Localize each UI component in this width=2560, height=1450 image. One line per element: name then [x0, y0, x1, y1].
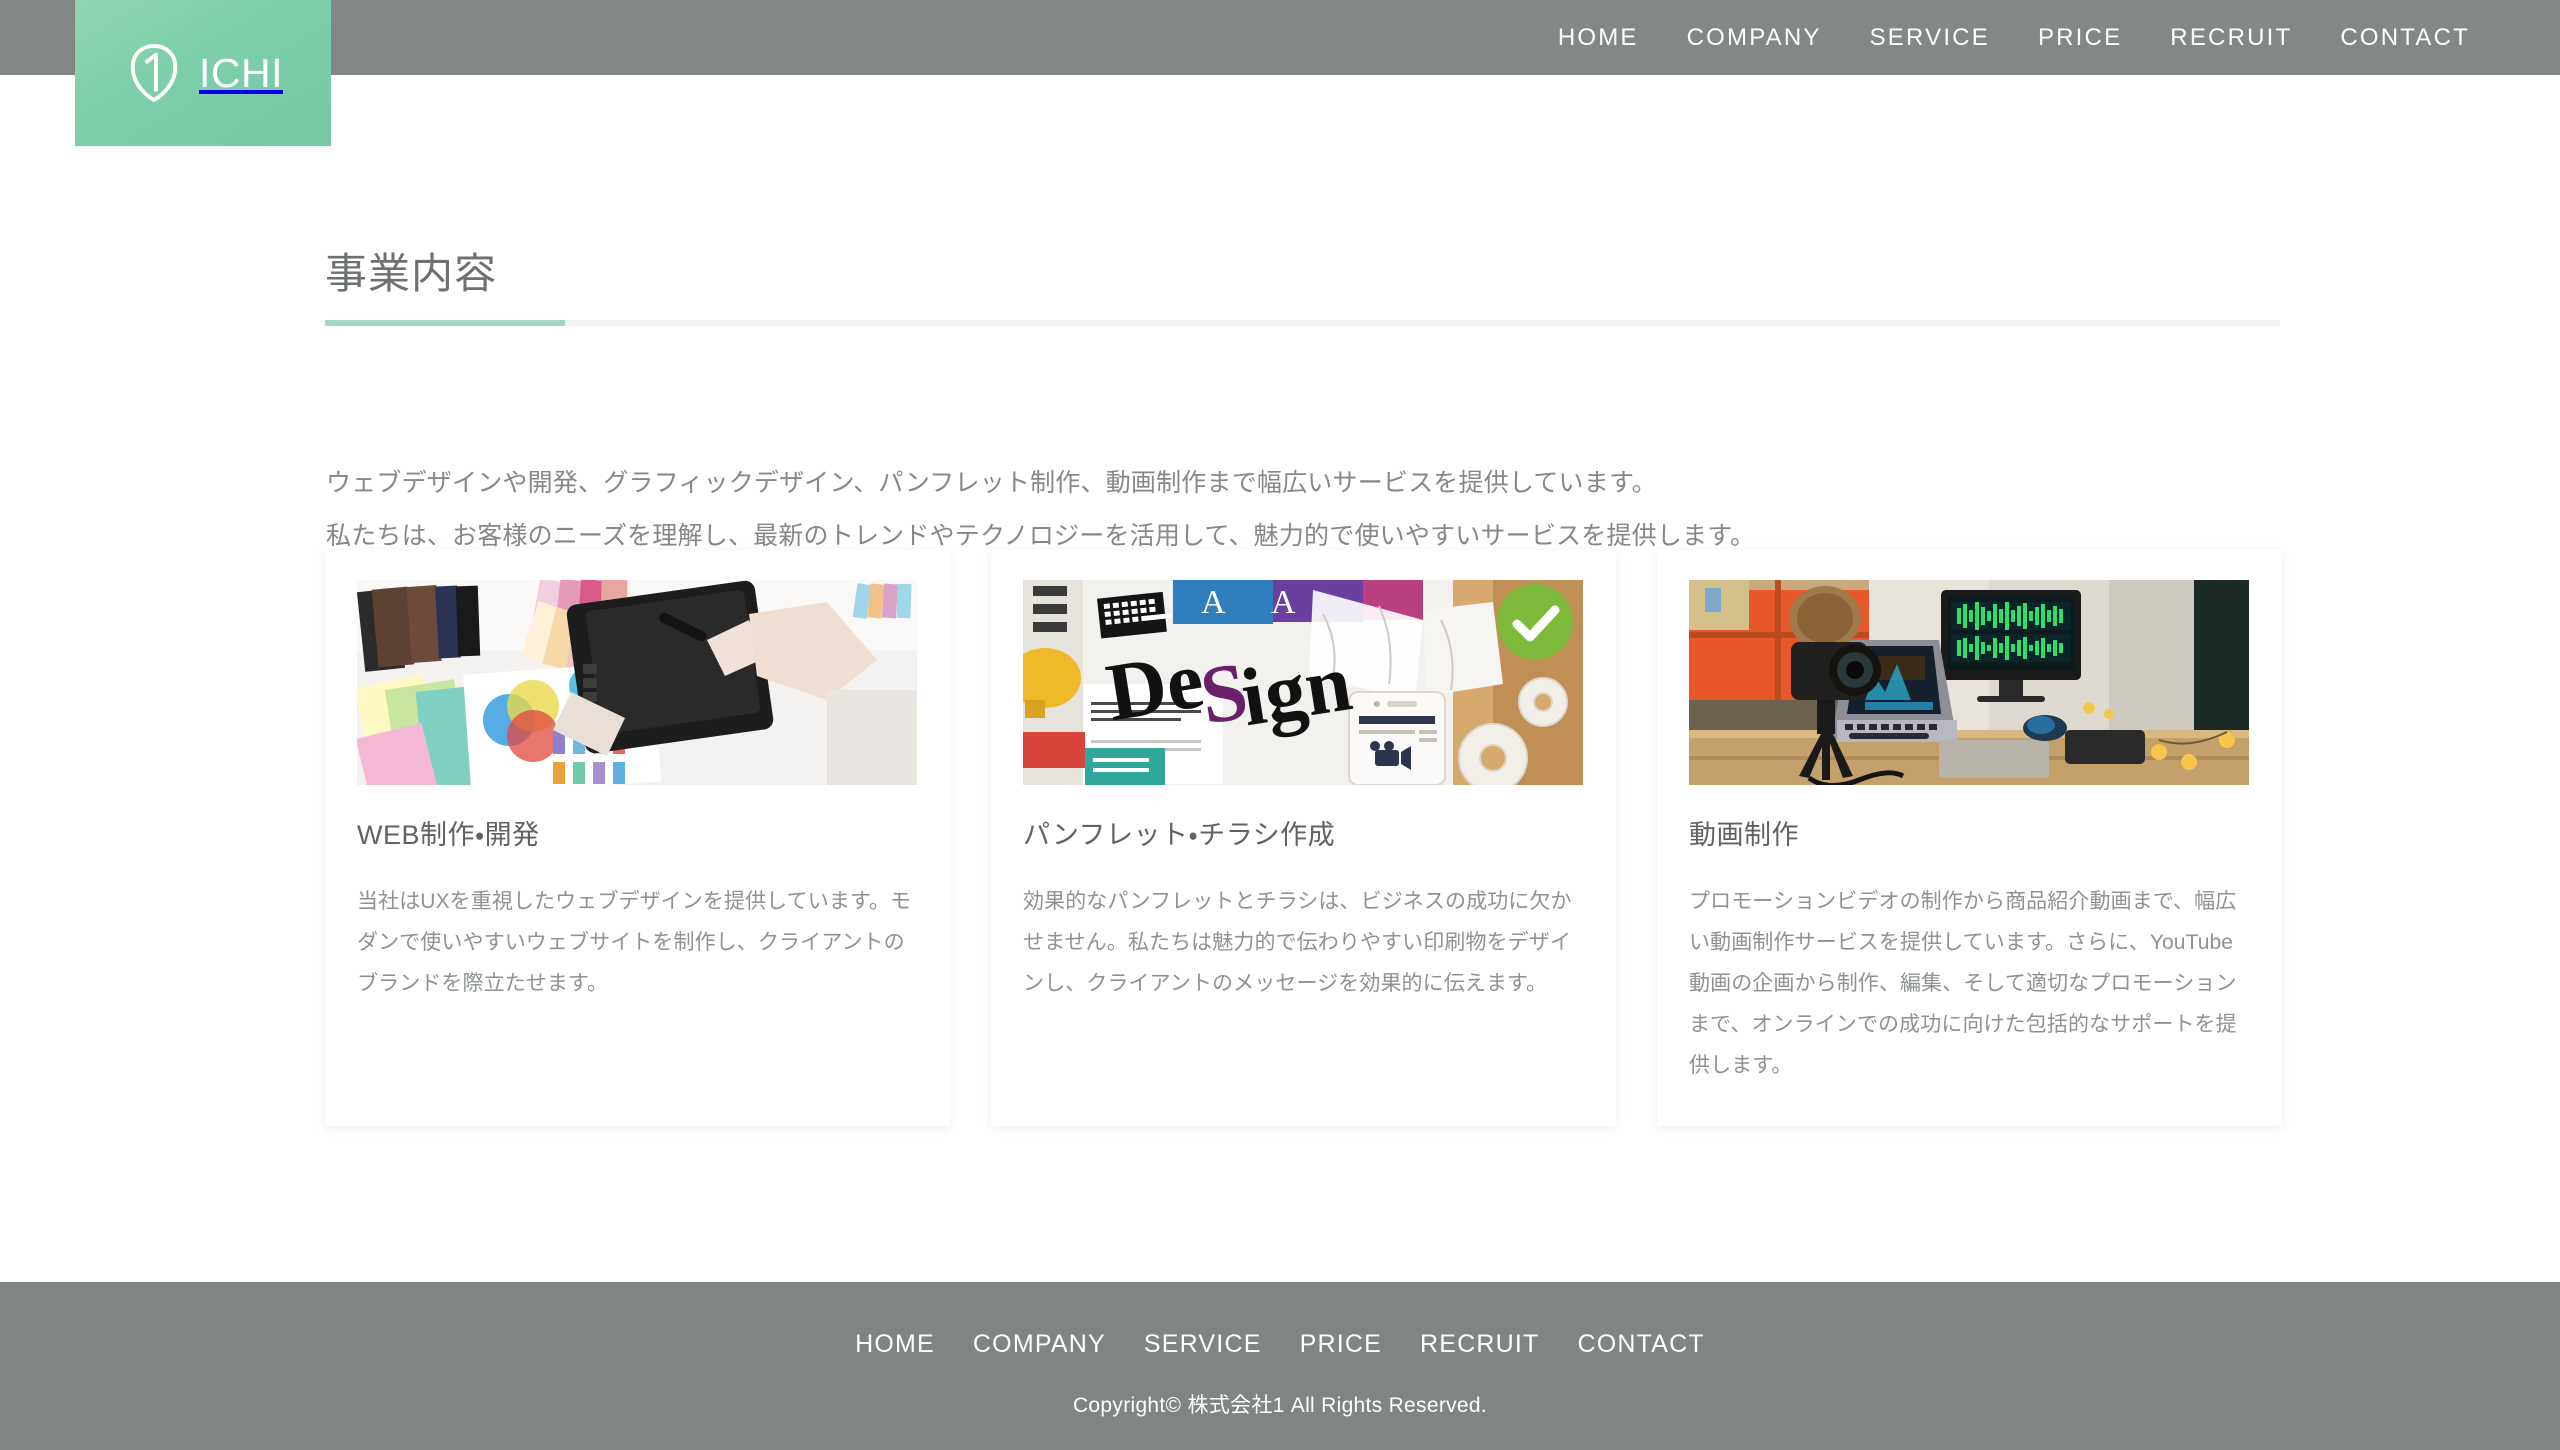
- footer-navigation: HOME COMPANY SERVICE PRICE RECRUIT CONTA…: [0, 1282, 2560, 1359]
- card-title: WEB制作・開発: [357, 818, 918, 853]
- svg-text:A: A: [1201, 584, 1226, 621]
- nav-item-home[interactable]: HOME: [1534, 0, 1663, 75]
- footer-nav-item-home[interactable]: HOME: [836, 1330, 954, 1359]
- site-footer: HOME COMPANY SERVICE PRICE RECRUIT CONTA…: [0, 1282, 2560, 1450]
- graphic-design-flatlay-photo: A A: [1023, 580, 1583, 785]
- footer-nav-item-price[interactable]: PRICE: [1281, 1330, 1401, 1359]
- footer-nav-item-recruit[interactable]: RECRUIT: [1401, 1330, 1559, 1359]
- shield-one-icon: [123, 42, 185, 104]
- site-logo[interactable]: ICHI: [75, 0, 331, 146]
- footer-nav-item-service[interactable]: SERVICE: [1125, 1330, 1281, 1359]
- nav-item-price[interactable]: PRICE: [2014, 0, 2146, 75]
- video-production-desk-photo: [1689, 580, 2249, 785]
- card-title: 動画制作: [1689, 818, 2250, 853]
- service-card[interactable]: 動画制作 プロモーションビデオの制作から商品紹介動画まで、幅広い動画制作サービス…: [1657, 550, 2282, 1126]
- service-card[interactable]: WEB制作・開発 当社はUXを重視したウェブデザインを提供しています。モダンで使…: [325, 550, 950, 1126]
- card-description: プロモーションビデオの制作から商品紹介動画まで、幅広い動画制作サービスを提供して…: [1689, 881, 2250, 1086]
- logo-wordmark: ICHI: [199, 53, 283, 94]
- heading-underline: [325, 320, 2280, 326]
- card-description: 当社はUXを重視したウェブデザインを提供しています。モダンで使いやすいウェブサイ…: [357, 881, 918, 1004]
- nav-item-contact[interactable]: CONTACT: [2316, 0, 2494, 75]
- card-title: パンフレット・チラシ作成: [1023, 818, 1584, 853]
- intro-line-1: ウェブデザインや開発、グラフィックデザイン、パンフレット制作、動画制作まで幅広い…: [326, 457, 2186, 510]
- copyright-text: Copyright© 株式会社1 All Rights Reserved.: [0, 1389, 2560, 1419]
- nav-item-service[interactable]: SERVICE: [1846, 0, 2014, 75]
- footer-nav-item-contact[interactable]: CONTACT: [1559, 1330, 1724, 1359]
- svg-text:A: A: [1271, 584, 1296, 621]
- web-design-tablet-photo: [357, 580, 917, 785]
- footer-nav-item-company[interactable]: COMPANY: [954, 1330, 1125, 1359]
- site-header: HOME COMPANY SERVICE PRICE RECRUIT CONTA…: [0, 0, 2560, 75]
- nav-item-company[interactable]: COMPANY: [1663, 0, 1846, 75]
- svg-text:ign: ign: [1235, 636, 1357, 743]
- svg-text:De: De: [1101, 633, 1210, 738]
- service-card[interactable]: A A: [991, 550, 1616, 1126]
- page-title: 事業内容: [325, 249, 497, 299]
- header-navigation: HOME COMPANY SERVICE PRICE RECRUIT CONTA…: [1534, 0, 2494, 75]
- intro-paragraph: ウェブデザインや開発、グラフィックデザイン、パンフレット制作、動画制作まで幅広い…: [326, 457, 2186, 563]
- nav-item-recruit[interactable]: RECRUIT: [2146, 0, 2316, 75]
- service-card-list: WEB制作・開発 当社はUXを重視したウェブデザインを提供しています。モダンで使…: [325, 550, 2282, 1126]
- card-description: 効果的なパンフレットとチラシは、ビジネスの成功に欠かせません。私たちは魅力的で伝…: [1023, 881, 1584, 1004]
